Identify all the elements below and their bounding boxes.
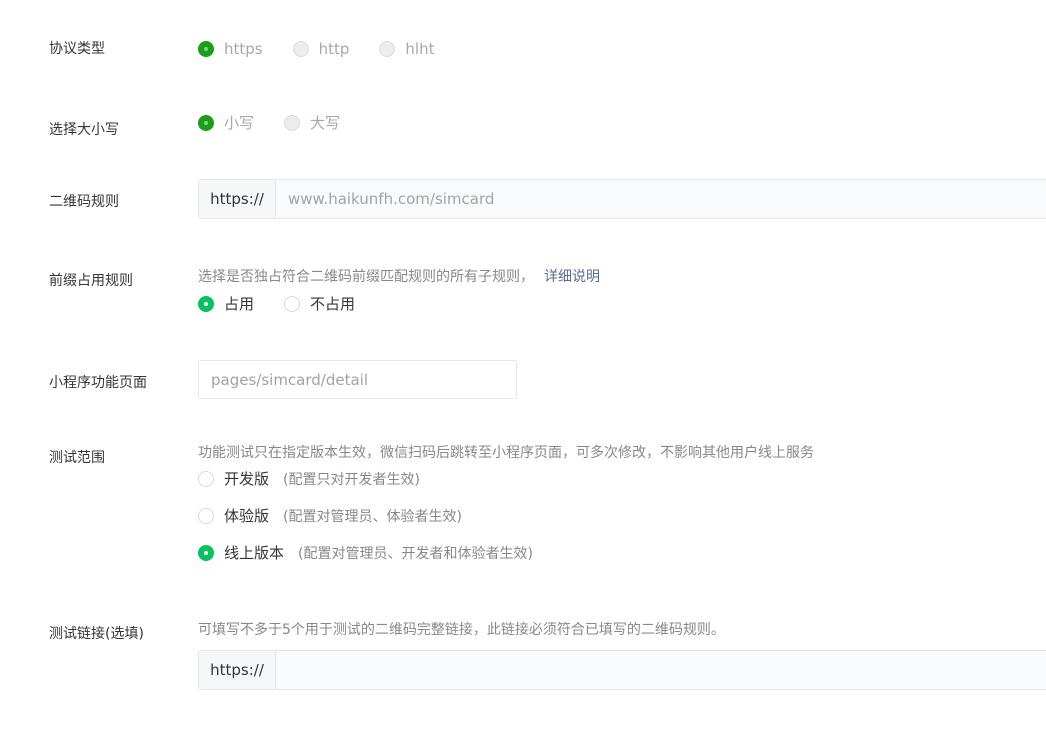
radio-label: hlht [405,40,435,58]
radio-unchecked-icon [198,507,214,524]
test-link-prefix: https:// [199,651,276,689]
details-link[interactable]: 详细说明 [544,269,600,285]
test-link-input[interactable] [276,651,1046,689]
radio-checked-icon [198,114,214,131]
protocol-option-hlht[interactable]: hlht [379,40,434,58]
radio-unchecked-icon [198,470,214,487]
radio-label: http [318,40,350,58]
test-link-hint: 可填写不多于5个用于测试的二维码完整链接，此链接必须符合已填写的二维码规则。 [198,622,725,638]
radio-label: 不占用 [310,295,356,313]
prefix-rule-hint-text: 选择是否独占符合二维码前缀匹配规则的所有子规则， [198,269,534,285]
radio-label: 体验版 [224,507,270,525]
radio-checked-icon [198,41,214,57]
prefix-rule-radio-group: 占用 不占用 [198,293,385,314]
radio-note: (配置只对开发者生效) [283,471,420,488]
test-link-label: 测试链接(选填) [49,626,144,642]
radio-label: 小写 [224,114,255,132]
mini-page-label: 小程序功能页面 [49,375,147,391]
protocol-label: 协议类型 [49,41,105,57]
mini-page-input[interactable] [198,360,517,399]
test-link-input-group: https:// [198,650,1046,690]
radio-note: (配置对管理员、开发者和体验者生效) [298,545,533,562]
test-scope-option-online[interactable]: 线上版本 (配置对管理员、开发者和体验者生效) [198,542,533,563]
qr-rule-input-group: https:// [198,179,1046,219]
qr-rule-label: 二维码规则 [49,194,119,210]
case-label: 选择大小写 [49,122,119,138]
test-scope-option-dev[interactable]: 开发版 (配置只对开发者生效) [198,468,420,489]
case-option-lower[interactable]: 小写 [198,112,254,133]
radio-label: 大写 [310,114,341,132]
protocol-radio-group: https http hlht [198,40,464,58]
prefix-rule-label: 前缀占用规则 [49,273,133,289]
prefix-rule-hint: 选择是否独占符合二维码前缀匹配规则的所有子规则， 详细说明 [198,266,600,286]
radio-unchecked-icon [284,295,301,312]
radio-unchecked-icon [379,41,396,57]
radio-label: 开发版 [224,470,270,488]
test-scope-hint: 功能测试只在指定版本生效，微信扫码后跳转至小程序页面，可多次修改，不影响其他用户… [198,445,814,461]
prefix-option-occupy[interactable]: 占用 [198,293,254,314]
radio-label: https [224,40,263,58]
protocol-option-http[interactable]: http [292,40,350,58]
test-scope-label: 测试范围 [49,450,105,466]
prefix-option-not-occupy[interactable]: 不占用 [284,293,355,314]
radio-unchecked-icon [292,41,309,57]
test-scope-option-trial[interactable]: 体验版 (配置对管理员、体验者生效) [198,505,462,526]
radio-label: 占用 [224,295,255,313]
qr-rule-prefix: https:// [199,180,276,218]
radio-unchecked-icon [284,114,301,131]
radio-checked-icon [198,544,214,561]
radio-label: 线上版本 [224,544,285,562]
protocol-option-https[interactable]: https [198,40,263,58]
radio-note: (配置对管理员、体验者生效) [283,508,462,525]
radio-checked-icon [198,295,214,312]
qr-rule-input[interactable] [276,180,1046,218]
case-option-upper[interactable]: 大写 [284,112,340,133]
case-radio-group: 小写 大写 [198,112,370,133]
